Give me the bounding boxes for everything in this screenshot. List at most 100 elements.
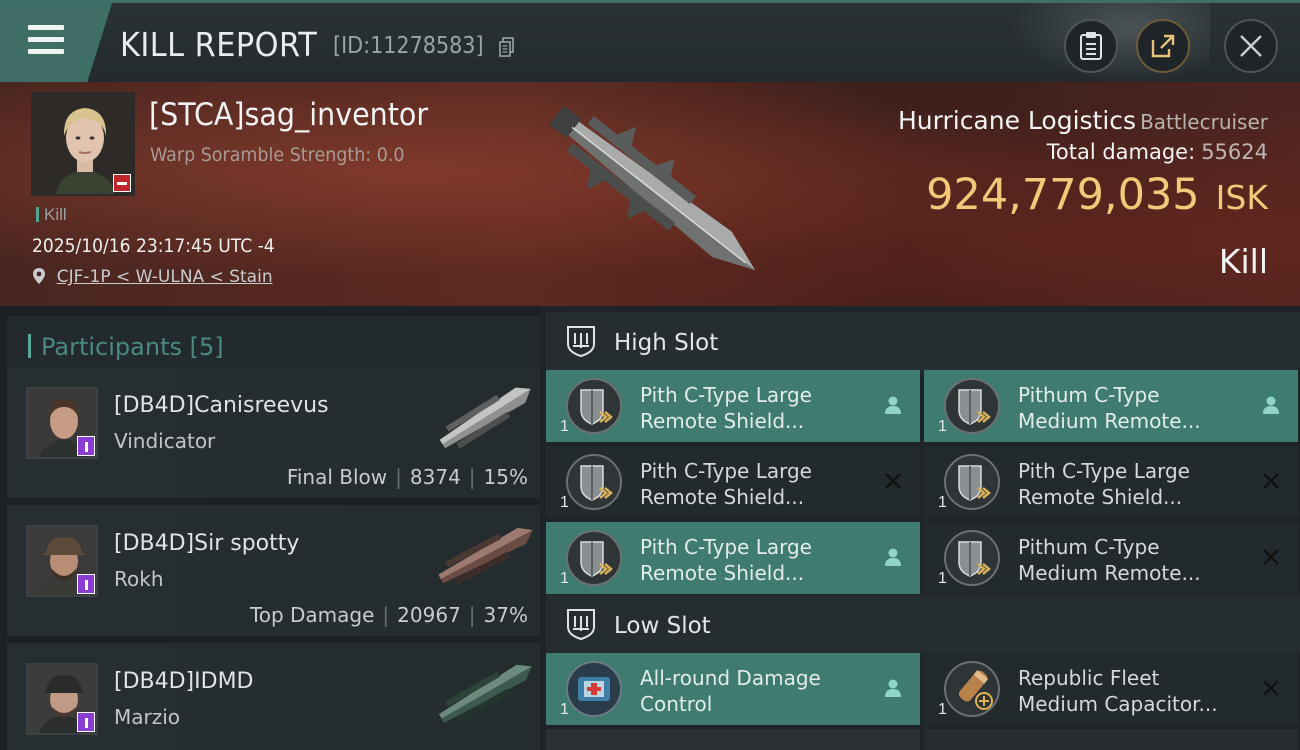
x-icon[interactable] [1260, 470, 1282, 492]
copy-icon[interactable] [499, 37, 515, 57]
participant-percent: 15% [483, 465, 528, 489]
participant-damage: 20967 [397, 603, 461, 627]
module-name-line1: All-round Damage [640, 666, 821, 690]
clipboard-icon [1080, 32, 1102, 60]
participants-label: Participants [41, 333, 182, 361]
victim-ship-name: Hurricane Logistics Battlecruiser [898, 106, 1268, 135]
module-name-line2: Remote Shield... [640, 409, 805, 433]
hostile-badge [113, 174, 131, 192]
module-name: Pithum C-Type Medium Remote... [1018, 382, 1258, 434]
module-name-line2: Medium Remote... [1018, 561, 1201, 585]
high-slot-label: High Slot [614, 330, 719, 356]
module-name-line2: Remote Shield... [640, 561, 805, 585]
isk-unit: ISK [1215, 178, 1268, 217]
module-name: Pith C-Type Large Remote Shield... [640, 534, 880, 586]
module-name: Pith C-Type Large Remote Shield... [640, 458, 880, 510]
participant-name: [DB4D]IDMD [114, 669, 254, 694]
person-icon[interactable] [882, 546, 904, 568]
info-badge [77, 574, 95, 594]
x-icon[interactable] [1260, 677, 1282, 699]
module-name: Republic Fleet Medium Capacitor... [1018, 665, 1258, 717]
module-name: Pith C-Type Large Remote Shield... [640, 382, 880, 434]
share-icon [1151, 34, 1175, 58]
victim-name: [STCA]sag_inventor [149, 97, 429, 133]
module-name-line1: Republic Fleet [1018, 666, 1160, 690]
avatar[interactable] [26, 387, 98, 459]
x-icon[interactable] [1260, 546, 1282, 568]
slot-shield-icon [567, 326, 595, 358]
participants-header: Participants [5] [7, 316, 540, 374]
person-icon[interactable] [882, 394, 904, 416]
participant-ship-image [439, 387, 531, 449]
module-slot[interactable]: 1 Pith C-Type Large Remote Shield... [546, 446, 920, 518]
capacitor-icon [944, 661, 1000, 717]
module-slot[interactable]: 1 Pith C-Type Large Remote Shield... [546, 522, 920, 594]
low-slot-label: Low Slot [614, 613, 711, 639]
module-slot[interactable]: 1 Pith C-Type Large Remote Shield... [546, 370, 920, 442]
avatar[interactable] [26, 663, 98, 735]
clipboard-button[interactable] [1064, 19, 1118, 73]
participant-tag: Final Blow [286, 465, 388, 489]
module-name-line1: Pith C-Type Large [640, 535, 812, 559]
total-damage-value: 55624 [1201, 140, 1268, 164]
location-pin-icon [33, 268, 45, 284]
module-qty: 1 [938, 570, 947, 587]
damage-control-icon [566, 661, 622, 717]
participant-ship: Marzio [114, 705, 181, 729]
x-icon[interactable] [882, 470, 904, 492]
module-name-line2: Remote Shield... [1018, 485, 1183, 509]
participant-tag: Top Damage [249, 603, 375, 627]
remote-shield-icon [944, 378, 1000, 434]
module-qty: 1 [938, 494, 947, 511]
info-badge [77, 436, 95, 456]
module-slot[interactable]: 1 All-round Damage Control [546, 653, 920, 725]
kill-location[interactable]: CJF-1P < W-ULNA < Stain [32, 267, 273, 287]
isk-value: 924,779,035 ISK [926, 170, 1268, 220]
participant-ship: Rokh [114, 567, 164, 591]
module-name-line1: Pithum C-Type [1018, 535, 1160, 559]
remote-shield-icon [944, 454, 1000, 510]
module-qty: 1 [560, 494, 569, 511]
module-slot[interactable]: 1 Pithum C-Type Medium Remote... [924, 522, 1298, 594]
ship-name-text: Hurricane Logistics [897, 106, 1137, 135]
ship-class: Battlecruiser [1140, 110, 1268, 134]
participants-title: Participants [5] [41, 333, 224, 361]
module-slot-partial[interactable] [924, 729, 1298, 750]
menu-button[interactable] [0, 3, 112, 82]
module-slot-partial[interactable] [546, 729, 920, 750]
person-icon[interactable] [882, 677, 904, 699]
person-icon[interactable] [1260, 394, 1282, 416]
low-slot-header: Low Slot [546, 595, 1300, 653]
close-button[interactable] [1224, 19, 1278, 73]
fitting-panel: High Slot 1 Pith C-Type Large Remote Shi… [540, 306, 1300, 750]
module-name: Pith C-Type Large Remote Shield... [1018, 458, 1258, 510]
victim-portrait[interactable] [31, 92, 135, 196]
avatar[interactable] [26, 525, 98, 597]
top-bar: KILL REPORT [ID:11278583] [0, 0, 1300, 83]
remote-shield-icon [566, 530, 622, 586]
module-name: All-round Damage Control [640, 665, 880, 717]
page-title: KILL REPORT [120, 25, 318, 64]
kill-tag: Kill [36, 205, 67, 225]
participant-ship: Vindicator [114, 429, 216, 453]
module-slot[interactable]: 1 Pith C-Type Large Remote Shield... [924, 446, 1298, 518]
menu-icon [28, 25, 64, 61]
participants-count: [5] [189, 333, 224, 361]
module-qty: 1 [560, 701, 569, 718]
location-link[interactable]: CJF-1P < W-ULNA < Stain [57, 267, 273, 287]
module-name-line1: Pith C-Type Large [1018, 459, 1190, 483]
share-button[interactable] [1136, 19, 1190, 73]
module-qty: 1 [938, 418, 947, 435]
module-slot[interactable]: 1 Pithum C-Type Medium Remote... [924, 370, 1298, 442]
report-id: [ID:11278583] [333, 33, 484, 59]
module-slot[interactable]: 1 Republic Fleet Medium Capacitor... [924, 653, 1298, 725]
victim-summary: [STCA]sag_inventor Warp Soramble Strengt… [0, 82, 1300, 306]
result-label: Kill [1218, 242, 1268, 281]
module-qty: 1 [560, 418, 569, 435]
slot-shield-icon [567, 609, 595, 641]
participant-name: [DB4D]Sir spotty [114, 531, 300, 556]
isk-amount: 924,779,035 [926, 170, 1200, 220]
participant-row[interactable]: [DB4D]IDMD Marzio [7, 643, 540, 750]
participant-row[interactable]: [DB4D]Canisreevus Vindicator Final Blow |… [7, 367, 540, 499]
participant-row[interactable]: [DB4D]Sir spotty Rokh Top Damage | 20967 | 3… [7, 505, 540, 637]
